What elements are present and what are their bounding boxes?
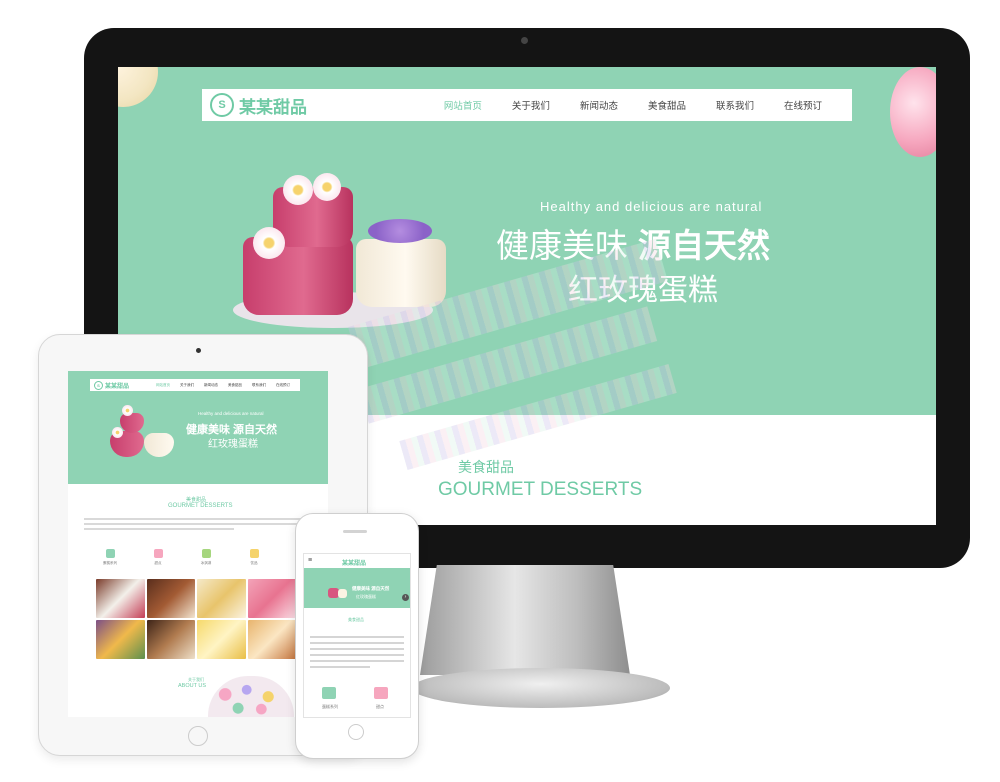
dessert-photo[interactable] [247, 620, 296, 659]
dessert-photo[interactable] [197, 579, 246, 618]
cake-icon[interactable] [322, 687, 336, 699]
donut-decoration-left [118, 67, 158, 107]
tablet-about-image [208, 676, 294, 717]
phone-hero-cake-image [326, 578, 348, 600]
tablet-camera [196, 348, 201, 353]
tablet-intro-text-line [84, 523, 312, 525]
tablet-nav-item-about[interactable]: 关于我们 [180, 383, 194, 388]
tablet-nav-bar: S 某某甜品 网站首页 关于我们 新闻动态 美食甜品 联系我们 在线预订 [90, 379, 300, 391]
dessert-photo[interactable] [96, 620, 145, 659]
nav-item-about[interactable]: 关于我们 [512, 98, 550, 112]
phone-hero-title: 健康美味 源自天然 [352, 586, 390, 591]
site-logo[interactable]: S 某某甜品 [210, 93, 307, 118]
tablet-screen: S 某某甜品 网站首页 关于我们 新闻动态 美食甜品 联系我们 在线预订 Hea… [68, 371, 328, 717]
nav-item-desserts[interactable]: 美食甜品 [648, 98, 686, 112]
tablet-section-title-en: GOURMET DESSERTS [168, 503, 233, 509]
tablet-category-list: 蛋糕系列 甜点 冰淇淋 饮品 面包 [96, 549, 316, 566]
dessert-icon[interactable] [374, 687, 388, 699]
nav-item-home[interactable]: 网站首页 [444, 98, 482, 112]
tablet-logo-text: 某某甜品 [105, 383, 130, 390]
tablet-category-item[interactable]: 冰淇淋 [192, 549, 220, 566]
donut-decoration-right [890, 67, 936, 157]
phone-intro-text-line [310, 642, 404, 644]
phone-category-label: 甜点 [376, 704, 384, 709]
tablet-hero-subtitle: 红玫瑰蛋糕 [208, 439, 258, 450]
nav-item-contact[interactable]: 联系我们 [716, 98, 754, 112]
phone-speaker [343, 530, 367, 533]
tablet-hero-cake-image [106, 403, 186, 467]
tablet-category-item[interactable]: 蛋糕系列 [96, 549, 124, 566]
dessert-photo[interactable] [146, 620, 195, 659]
dessert-icon [153, 549, 163, 558]
tablet-about-title-en: ABOUT US [178, 683, 207, 689]
dessert-photo[interactable] [197, 620, 246, 659]
phone-home-button[interactable] [348, 724, 364, 740]
desktop-nav-menu: 网站首页 关于我们 新闻动态 美食甜品 联系我们 在线预订 [444, 98, 852, 112]
ice-cream-icon [201, 549, 211, 558]
phone-intro-text-line [310, 666, 370, 668]
tablet-category-label: 冰淇淋 [200, 561, 212, 565]
slider-next-arrow-icon[interactable]: › [402, 594, 409, 601]
phone-section-title-cn: 美食甜品 [348, 617, 364, 622]
monitor-stand-base [412, 668, 670, 708]
hero-tagline-en: Healthy and delicious are natural [540, 199, 763, 214]
tablet-logo[interactable]: S 某某甜品 [94, 380, 130, 390]
dessert-photo[interactable] [96, 579, 145, 618]
tablet-hero: S 某某甜品 网站首页 关于我们 新闻动态 美食甜品 联系我们 在线预订 Hea… [68, 371, 328, 484]
tablet-intro-text-line [84, 528, 234, 530]
phone-intro-text-line [310, 654, 404, 656]
tablet-dessert-gallery [96, 579, 296, 659]
tablet-nav-item-booking[interactable]: 在线预订 [276, 383, 290, 388]
site-logo-text: 某某甜品 [239, 97, 307, 117]
dessert-photo[interactable] [247, 579, 296, 618]
tablet-intro-text-line [84, 518, 312, 520]
phone-intro-text-line [310, 648, 404, 650]
tablet-category-item[interactable]: 饮品 [240, 549, 268, 566]
tablet-nav-menu: 网站首页 关于我们 新闻动态 美食甜品 联系我们 在线预订 [156, 383, 300, 388]
section-title-en: GOURMET DESSERTS [438, 479, 643, 500]
tablet-section-title-cn: 美食甜品 [186, 497, 207, 503]
phone-screen: ≡ 某某甜品 健康美味 源自天然 红玫瑰蛋糕 › 美食甜品 蛋糕系列 甜点 [303, 553, 411, 718]
logo-icon: S [94, 380, 103, 390]
tablet-category-label: 蛋糕系列 [103, 561, 117, 565]
phone-intro-text-line [310, 636, 404, 638]
section-title-cn: 美食甜品 [458, 459, 514, 475]
menu-icon[interactable]: ≡ [308, 557, 312, 564]
logo-icon: S [210, 93, 234, 117]
phone-category-label: 蛋糕系列 [322, 704, 338, 709]
tablet-nav-item-desserts[interactable]: 美食甜品 [228, 383, 242, 388]
monitor-stand [420, 565, 630, 675]
nav-item-news[interactable]: 新闻动态 [580, 98, 618, 112]
tablet-category-label: 甜点 [154, 561, 162, 565]
phone-hero-subtitle: 红玫瑰蛋糕 [356, 594, 376, 599]
phone-intro-text-line [310, 660, 404, 662]
tablet-nav-item-contact[interactable]: 联系我们 [252, 383, 266, 388]
monitor-camera [521, 37, 528, 44]
phone-nav-bar: ≡ 某某甜品 [304, 554, 410, 568]
tablet-category-item[interactable]: 甜点 [144, 549, 172, 566]
desktop-nav-bar: S 某某甜品 网站首页 关于我们 新闻动态 美食甜品 联系我们 在线预订 [202, 89, 852, 121]
cake-icon [105, 549, 115, 558]
tablet-nav-item-news[interactable]: 新闻动态 [204, 383, 218, 388]
phone-logo[interactable]: 某某甜品 [342, 558, 366, 567]
dessert-photo[interactable] [146, 579, 195, 618]
tablet-category-label: 饮品 [250, 561, 258, 565]
tablet-nav-item-home[interactable]: 网站首页 [156, 383, 170, 388]
nav-item-booking[interactable]: 在线预订 [784, 98, 822, 112]
tablet-hero-tagline-en: Healthy and delicious are natural [198, 411, 264, 416]
tablet-home-button[interactable] [188, 726, 208, 746]
drink-icon [249, 549, 259, 558]
